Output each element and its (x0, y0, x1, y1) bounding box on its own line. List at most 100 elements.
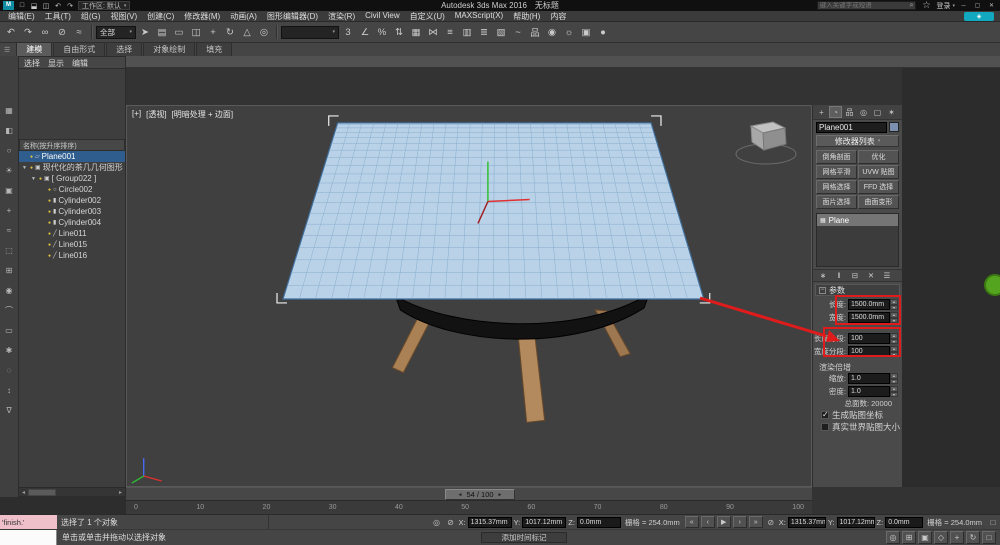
favorites-icon[interactable]: ☆ (919, 0, 933, 13)
ribbon-tab[interactable]: 选择 (106, 42, 143, 56)
command-panel-tab-icon[interactable]: ✶ (885, 106, 898, 118)
toolbar-icon[interactable]: ↶ (53, 1, 63, 10)
selection-lock-toggle-icon[interactable]: ⊘ (764, 515, 778, 529)
visibility-bulb-icon[interactable]: ● (48, 209, 51, 215)
scene-object-row[interactable]: ● ▮ Cylinder002 (19, 195, 125, 206)
maxscript-listener-field[interactable] (0, 530, 57, 545)
toolbar-icon[interactable]: ▧ (493, 24, 509, 40)
named-selection-sets-dropdown[interactable]: ▾ (281, 25, 339, 39)
display-filter-icon[interactable]: ∇ (2, 404, 16, 416)
scene-object-row[interactable]: ● ▱ Plane001 (19, 151, 125, 162)
display-filter-icon[interactable]: ○ (2, 144, 16, 156)
search-input[interactable] (817, 2, 908, 9)
spinner-down-icon[interactable]: ▾ (890, 317, 898, 323)
modifier-list-dropdown[interactable]: 修改器列表 ▾ (816, 135, 899, 147)
toolbar-icon[interactable]: ➤ (137, 24, 153, 40)
floating-overlay-button[interactable] (984, 274, 1000, 296)
parameter-checkbox[interactable]: 生成贴图坐标 (815, 409, 900, 421)
menu-item[interactable]: 工具(T) (40, 11, 76, 22)
scroll-left-icon[interactable]: ◂ (19, 489, 28, 496)
app-logo-icon[interactable]: M (3, 1, 14, 10)
menu-item[interactable]: 内容 (545, 11, 571, 22)
ribbon-collapsed-panel[interactable] (0, 56, 1000, 68)
visibility-bulb-icon[interactable]: ● (48, 187, 51, 193)
display-filter-icon[interactable]: ◌ (2, 364, 16, 376)
parameter-checkbox[interactable]: 真实世界贴图大小 (815, 421, 900, 433)
stack-tool-icon[interactable]: ⊟ (848, 270, 862, 281)
spinner-down-icon[interactable]: ▾ (890, 338, 898, 344)
scene-object-row[interactable]: ● ╱ Line015 (19, 239, 125, 250)
toolbar-icon[interactable]: ▥ (459, 24, 475, 40)
toolbar-icon[interactable]: ≣ (476, 24, 492, 40)
scene-object-row[interactable]: ▼ ● ▣ 现代化的茶几几何图形 (19, 162, 125, 173)
toolbar-icon[interactable]: ⋈ (425, 24, 441, 40)
command-panel-tab-icon[interactable]: ▢ (871, 106, 884, 118)
object-name-field[interactable]: Plane001 (816, 121, 887, 133)
modifier-button[interactable]: 网格选择 (816, 180, 857, 194)
toolbar-icon[interactable]: 3 (340, 24, 356, 40)
toolbar-icon[interactable]: ≈ (71, 24, 87, 40)
scrollbar-thumb[interactable] (28, 488, 56, 496)
explorer-horizontal-scrollbar[interactable]: ◂ ▸ (19, 487, 125, 496)
modifier-button[interactable]: FFD 选择 (858, 180, 899, 194)
ribbon-tab[interactable]: 填充 (196, 42, 233, 56)
search-icon[interactable]: ⌕ (908, 2, 916, 10)
table-leg[interactable] (517, 330, 546, 423)
param-value-field[interactable]: 100 (848, 333, 890, 344)
visibility-bulb-icon[interactable]: ● (48, 220, 51, 226)
scene-object-row[interactable]: ● ○ Circle002 (19, 184, 125, 195)
scene-object-row[interactable]: ▼ ● ▣ [ Group022 ] (19, 173, 125, 184)
ribbon-tab[interactable]: 自由形式 (53, 42, 106, 56)
x-coordinate-field[interactable]: 1315.37mm (467, 516, 512, 528)
menu-item[interactable]: 编辑(E) (3, 11, 40, 22)
toolbar-icon[interactable]: % (374, 24, 390, 40)
visibility-bulb-icon[interactable]: ● (48, 242, 51, 248)
scene-object-row[interactable]: ● ╱ Line011 (19, 228, 125, 239)
stack-item[interactable]: ▦ Plane (817, 214, 898, 226)
maximize-viewport-icon[interactable]: □ (986, 515, 1000, 529)
visibility-bulb-icon[interactable]: ● (39, 176, 42, 182)
param-spinner[interactable]: 100 ▴ ▾ (848, 346, 898, 357)
modifier-button[interactable]: 倒角剖面 (816, 150, 857, 164)
display-filter-icon[interactable]: ▦ (2, 104, 16, 116)
toolbar-icon[interactable]: ☼ (561, 24, 577, 40)
display-filter-icon[interactable]: ◉ (2, 284, 16, 296)
ribbon-grip-icon[interactable]: ☰ (4, 46, 10, 54)
viewport-nav-icon[interactable]: + (950, 531, 964, 544)
expand-arrow-icon[interactable]: ▼ (22, 165, 28, 171)
spinner-down-icon[interactable]: ▾ (890, 378, 898, 384)
stack-tool-icon[interactable]: ‖ (832, 270, 846, 281)
toolbar-icon[interactable]: + (205, 24, 221, 40)
parameters-rollout-header[interactable]: − 参数 (815, 284, 900, 296)
toolbar-icon[interactable]: ⊘ (54, 24, 70, 40)
explorer-menu-item[interactable]: 显示 (48, 58, 64, 68)
z-coordinate-field[interactable]: 0.0mm (576, 516, 621, 528)
playback-icon[interactable]: ‹ (700, 516, 715, 528)
next-frame-icon[interactable]: ► (498, 492, 503, 498)
modifier-button[interactable]: 优化 (858, 150, 899, 164)
viewport-shading-menu[interactable]: [明暗处理 + 边面] (172, 109, 234, 120)
visibility-bulb-icon[interactable]: ● (30, 165, 33, 171)
explorer-name-column-header[interactable]: 名称(按升序排序) (19, 139, 125, 151)
scene-object-row[interactable]: ● ▮ Cylinder004 (19, 217, 125, 228)
param-value-field[interactable]: 1.0 (848, 373, 890, 384)
selection-filter-dropdown[interactable]: 全部 ▾ (96, 25, 136, 39)
viewport-pov-menu[interactable]: [透视] (146, 109, 166, 120)
ribbon-tab[interactable]: 建模 (16, 42, 53, 56)
track-bar[interactable]: 0 10 20 30 40 50 60 70 80 90 100 (126, 500, 812, 514)
viewport-nav-icon[interactable]: ▣ (918, 531, 932, 544)
y-coordinate-field[interactable]: 1017.12mm (836, 516, 875, 528)
perspective-viewport[interactable]: [+] [透视] [明暗处理 + 边面] (126, 105, 812, 487)
toolbar-icon[interactable]: ↷ (65, 1, 75, 10)
time-slider[interactable]: ◄ 54 / 100 ► (126, 487, 812, 500)
viewport-nav-icon[interactable]: □ (982, 531, 996, 544)
toolbar-icon[interactable]: ▣ (578, 24, 594, 40)
menu-item[interactable]: 图形编辑器(D) (262, 11, 323, 22)
toolbar-icon[interactable]: ~ (510, 24, 526, 40)
spinner-down-icon[interactable]: ▾ (890, 304, 898, 310)
modifier-button[interactable]: UVW 贴图 (858, 165, 899, 179)
isolate-selection-toggle-icon[interactable]: ◎ (429, 515, 443, 529)
visibility-bulb-icon[interactable]: ● (30, 154, 33, 160)
add-time-tag-button[interactable]: 添加时间标记 (481, 532, 567, 543)
playback-icon[interactable]: » (748, 516, 763, 528)
